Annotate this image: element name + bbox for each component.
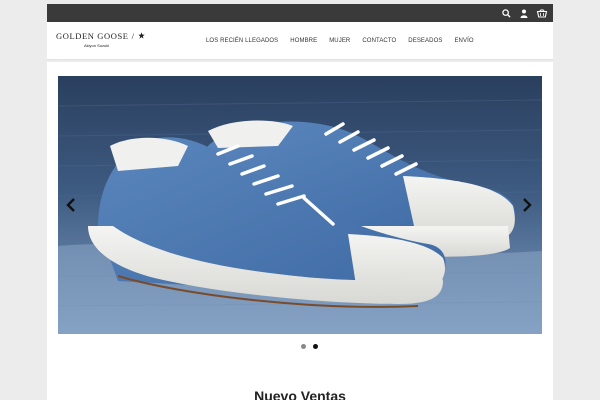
hero-slider — [58, 76, 542, 334]
search-icon[interactable] — [501, 8, 511, 18]
brand-name: GOLDEN GOOSE / — [56, 31, 156, 41]
slider-dot-2[interactable] — [313, 344, 318, 349]
nav-item-new-arrivals[interactable]: LOS RECIÉN LLEGADOS — [206, 38, 278, 44]
user-icon[interactable] — [519, 8, 529, 18]
nav-item-contact[interactable]: CONTACTO — [362, 38, 396, 44]
nav-item-wishlist[interactable]: DESEADOS — [408, 38, 442, 44]
main-nav: LOS RECIÉN LLEGADOS HOMBRE MUJER CONTACT… — [206, 38, 474, 44]
top-bar — [47, 4, 553, 22]
brand-name-text: GOLDEN GOOSE — [56, 31, 129, 41]
nav-item-men[interactable]: HOMBRE — [290, 38, 317, 44]
star-icon — [137, 31, 145, 41]
slider-prev-arrow[interactable] — [64, 196, 78, 214]
section-title: Nuevo Ventas — [254, 388, 346, 400]
nav-item-women[interactable]: MUJER — [329, 38, 350, 44]
nav-item-shipping[interactable]: ENVÍO — [454, 38, 473, 44]
brand-separator: / — [131, 31, 135, 41]
slider-dot-1[interactable] — [301, 344, 306, 349]
slider-pagination — [301, 344, 318, 349]
brand-subtitle: Akiyon Suzuki — [84, 43, 110, 48]
brand-logo[interactable]: GOLDEN GOOSE / Akiyon Suzuki — [56, 31, 156, 48]
site-header: GOLDEN GOOSE / Akiyon Suzuki LOS RECIÉN … — [47, 22, 553, 60]
denim-sneakers-photo — [58, 76, 542, 334]
main-content: Nuevo Ventas — [47, 62, 553, 400]
slider-next-arrow[interactable] — [520, 196, 534, 214]
top-bar-icons — [501, 4, 547, 22]
cart-icon[interactable] — [537, 8, 547, 18]
